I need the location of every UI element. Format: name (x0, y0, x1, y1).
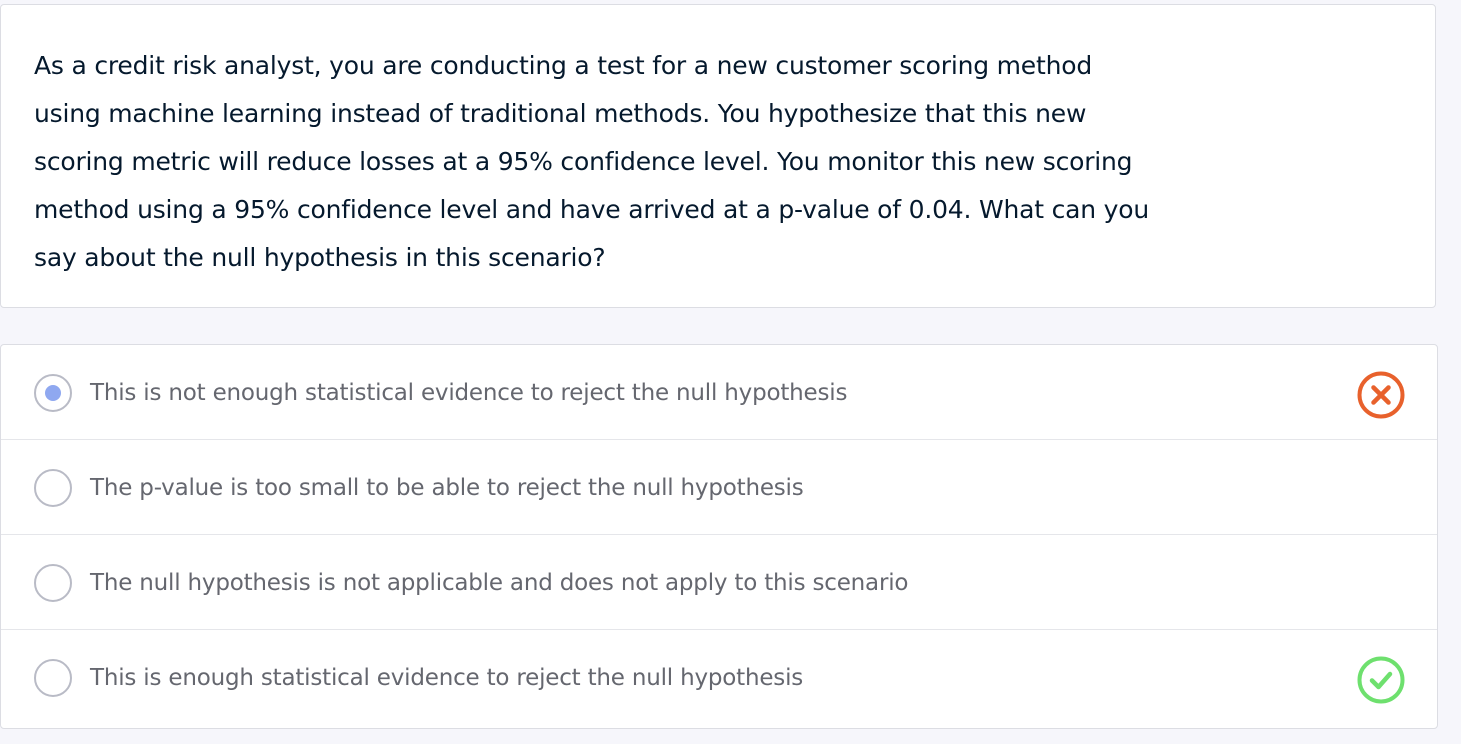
answer-option-2[interactable]: The p-value is too small to be able to r… (1, 440, 1437, 535)
radio-button[interactable] (34, 564, 72, 602)
question-text: As a credit risk analyst, you are conduc… (34, 42, 1409, 282)
question-line: scoring metric will reduce losses at a 9… (34, 147, 1133, 176)
answer-option-1[interactable]: This is not enough statistical evidence … (1, 345, 1437, 440)
question-line: using machine learning instead of tradit… (34, 99, 1087, 128)
radio-dot (45, 385, 61, 401)
radio-button-selected[interactable] (34, 374, 72, 412)
answer-option-label: The null hypothesis is not applicable an… (90, 570, 909, 596)
radio-button[interactable] (34, 659, 72, 697)
question-line: method using a 95% confidence level and … (34, 195, 1149, 224)
question-line: say about the null hypothesis in this sc… (34, 243, 606, 272)
answer-option-3[interactable]: The null hypothesis is not applicable an… (1, 535, 1437, 630)
x-circle-icon (1357, 371, 1405, 419)
question-card: As a credit risk analyst, you are conduc… (0, 4, 1436, 308)
answer-options-list: This is not enough statistical evidence … (0, 344, 1438, 729)
answer-option-label: The p-value is too small to be able to r… (90, 475, 804, 501)
check-circle-icon (1357, 656, 1405, 704)
answer-option-label: This is not enough statistical evidence … (90, 380, 848, 406)
radio-button[interactable] (34, 469, 72, 507)
question-line: As a credit risk analyst, you are conduc… (34, 51, 1092, 80)
answer-option-label: This is enough statistical evidence to r… (90, 665, 804, 691)
answer-option-4[interactable]: This is enough statistical evidence to r… (1, 630, 1437, 725)
